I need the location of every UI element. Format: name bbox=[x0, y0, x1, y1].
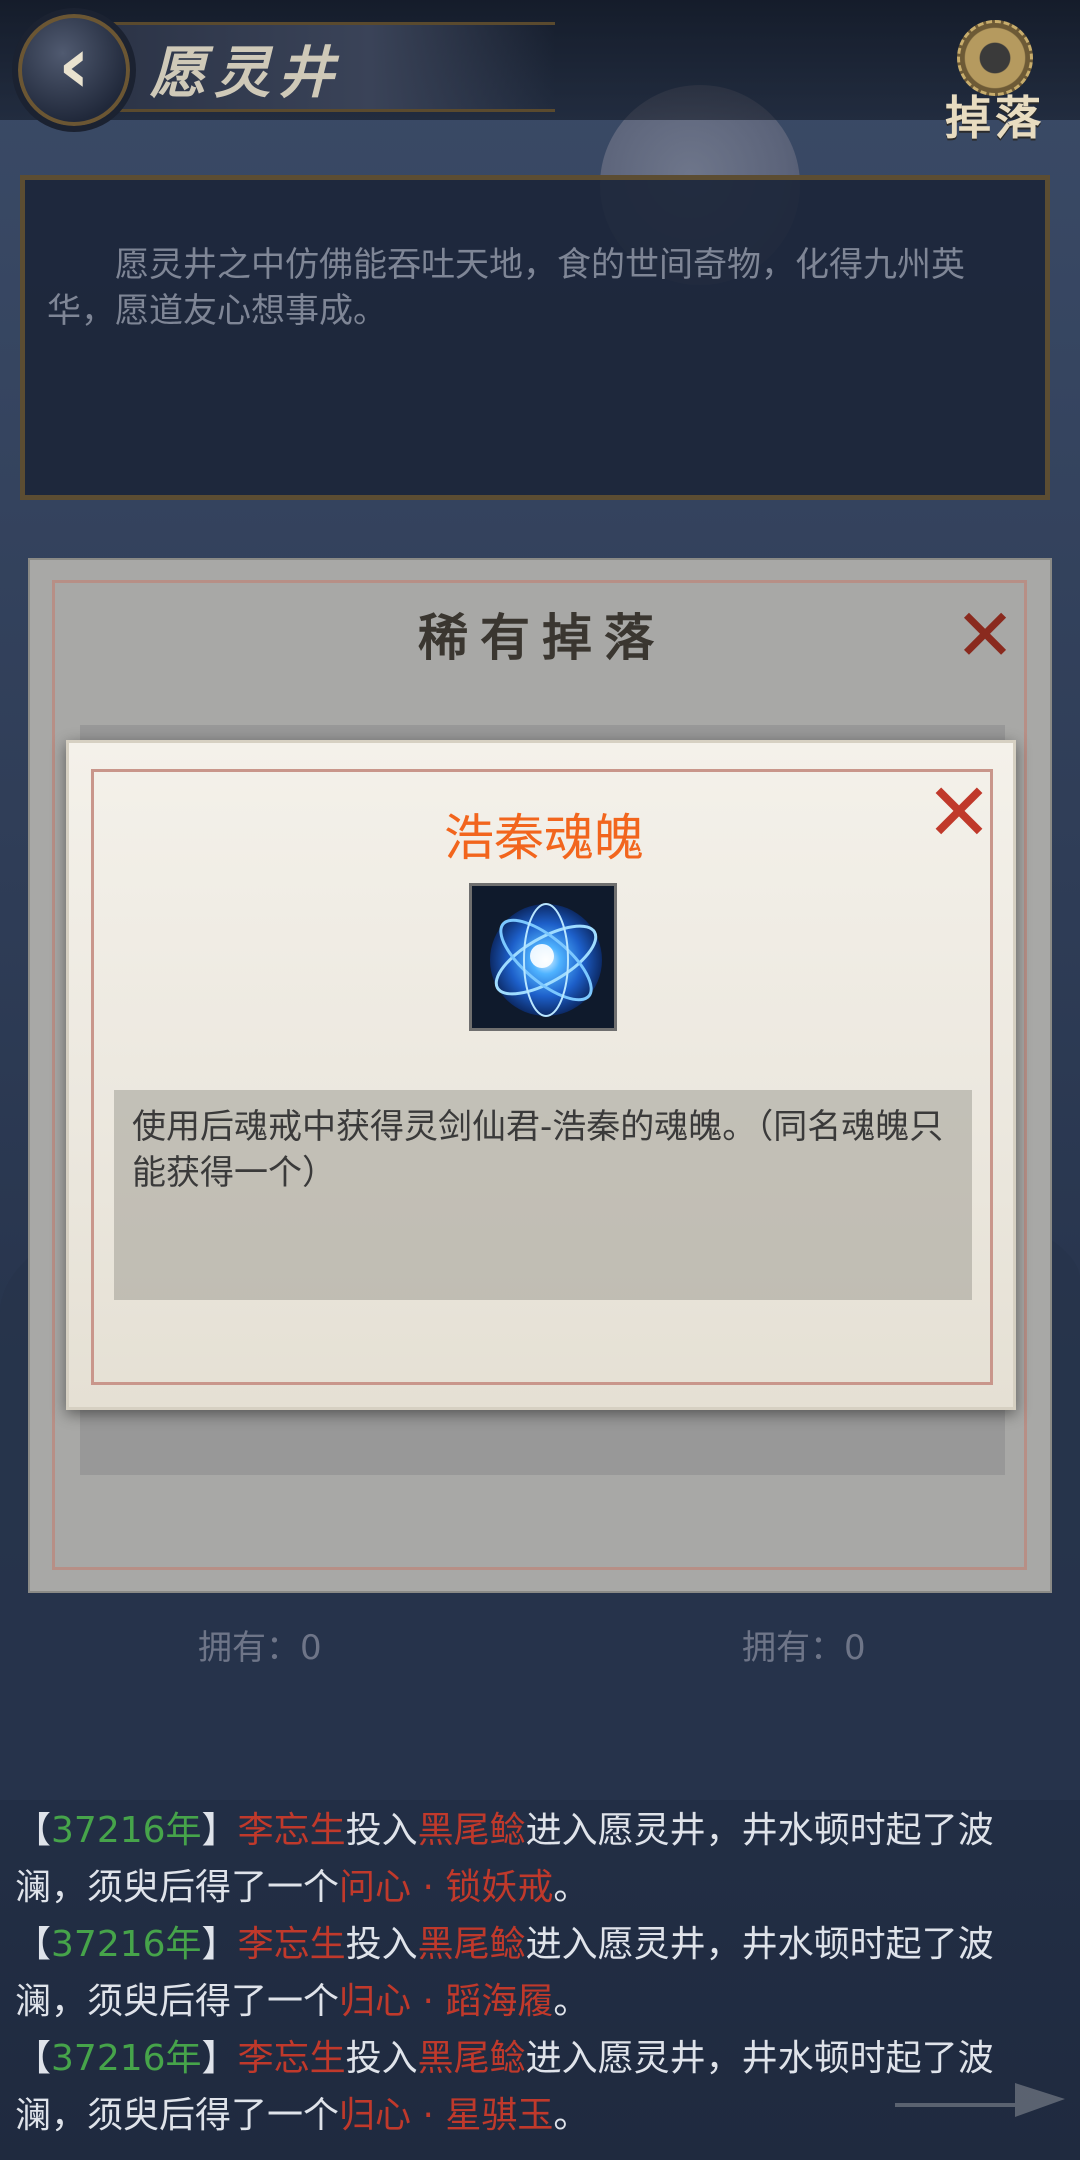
log-text: 。 bbox=[553, 2095, 590, 2136]
log-text: 投入 bbox=[345, 1810, 418, 1851]
log-text: 。 bbox=[553, 1981, 590, 2022]
log-year: 37216年 bbox=[51, 2038, 202, 2079]
arrow-decoration bbox=[895, 2083, 1065, 2117]
item-name: 浩秦魂魄 bbox=[444, 809, 644, 867]
log-text: 。 bbox=[553, 1867, 590, 1908]
drops-button[interactable]: 掉落 bbox=[920, 20, 1070, 160]
log-player: 李忘生 bbox=[237, 1924, 346, 1965]
log-player: 李忘生 bbox=[237, 1810, 346, 1851]
log-text: 投入 bbox=[345, 1924, 418, 1965]
soul-orb-graphic bbox=[472, 886, 614, 1028]
back-arrow-icon: ‹ bbox=[57, 21, 91, 111]
rare-close-button[interactable]: ✕ bbox=[950, 599, 1020, 671]
item-detail-modal: 浩秦魂魄 ✕ 使用后魂戒中获得灵剑仙君-浩秦的魂魄。（同名魂魄只能获得一个） bbox=[66, 740, 1016, 1410]
log-item: 问心 · 锁妖戒 bbox=[339, 1867, 554, 1908]
bracket-open: 【 bbox=[15, 1810, 52, 1851]
log-year: 37216年 bbox=[51, 1924, 202, 1965]
log-player: 李忘生 bbox=[237, 2038, 346, 2079]
owned-count-left: 拥有：0 bbox=[198, 1628, 322, 1668]
bracket-open: 【 bbox=[15, 2038, 52, 2079]
log-entry: 【37216年】李忘生投入黑尾鲶进入愿灵井，井水顿时起了波澜，须臾后得了一个归心… bbox=[15, 1916, 1065, 2030]
item-description: 使用后魂戒中获得灵剑仙君-浩秦的魂魄。（同名魂魄只能获得一个） bbox=[132, 1107, 944, 1193]
item-close-button[interactable]: ✕ bbox=[919, 773, 999, 853]
log-item: 归心 · 星骐玉 bbox=[339, 2095, 554, 2136]
log-item: 归心 · 蹈海履 bbox=[339, 1981, 554, 2022]
item-description-box: 使用后魂戒中获得灵剑仙君-浩秦的魂魄。（同名魂魄只能获得一个） bbox=[114, 1090, 972, 1300]
log-text: 投入 bbox=[345, 2038, 418, 2079]
close-icon: ✕ bbox=[925, 766, 993, 859]
back-button[interactable]: ‹ bbox=[12, 8, 136, 132]
owned-count-right: 拥有：0 bbox=[742, 1628, 866, 1668]
log-year: 37216年 bbox=[51, 1810, 202, 1851]
close-icon: ✕ bbox=[954, 593, 1016, 677]
log-bait: 黑尾鲶 bbox=[417, 2038, 526, 2079]
bracket-close: 】 bbox=[201, 1924, 238, 1965]
description-panel: 愿灵井之中仿佛能吞吐天地，食的世间奇物，化得九州英华，愿道友心想事成。 bbox=[20, 175, 1050, 500]
page-title: 愿灵井 bbox=[150, 40, 342, 106]
log-entry: 【37216年】李忘生投入黑尾鲶进入愿灵井，井水顿时起了波澜，须臾后得了一个问心… bbox=[15, 1802, 1065, 1916]
bracket-close: 】 bbox=[201, 1810, 238, 1851]
rare-modal-title: 稀有掉落 bbox=[418, 608, 666, 667]
description-text: 愿灵井之中仿佛能吞吐天地，食的世间奇物，化得九州英华，愿道友心想事成。 bbox=[47, 245, 965, 331]
log-bait: 黑尾鲶 bbox=[417, 1924, 526, 1965]
bracket-close: 】 bbox=[201, 2038, 238, 2079]
bracket-open: 【 bbox=[15, 1924, 52, 1965]
drops-label: 掉落 bbox=[945, 91, 1045, 145]
log-bait: 黑尾鲶 bbox=[417, 1810, 526, 1851]
soul-orb-icon bbox=[469, 883, 617, 1031]
